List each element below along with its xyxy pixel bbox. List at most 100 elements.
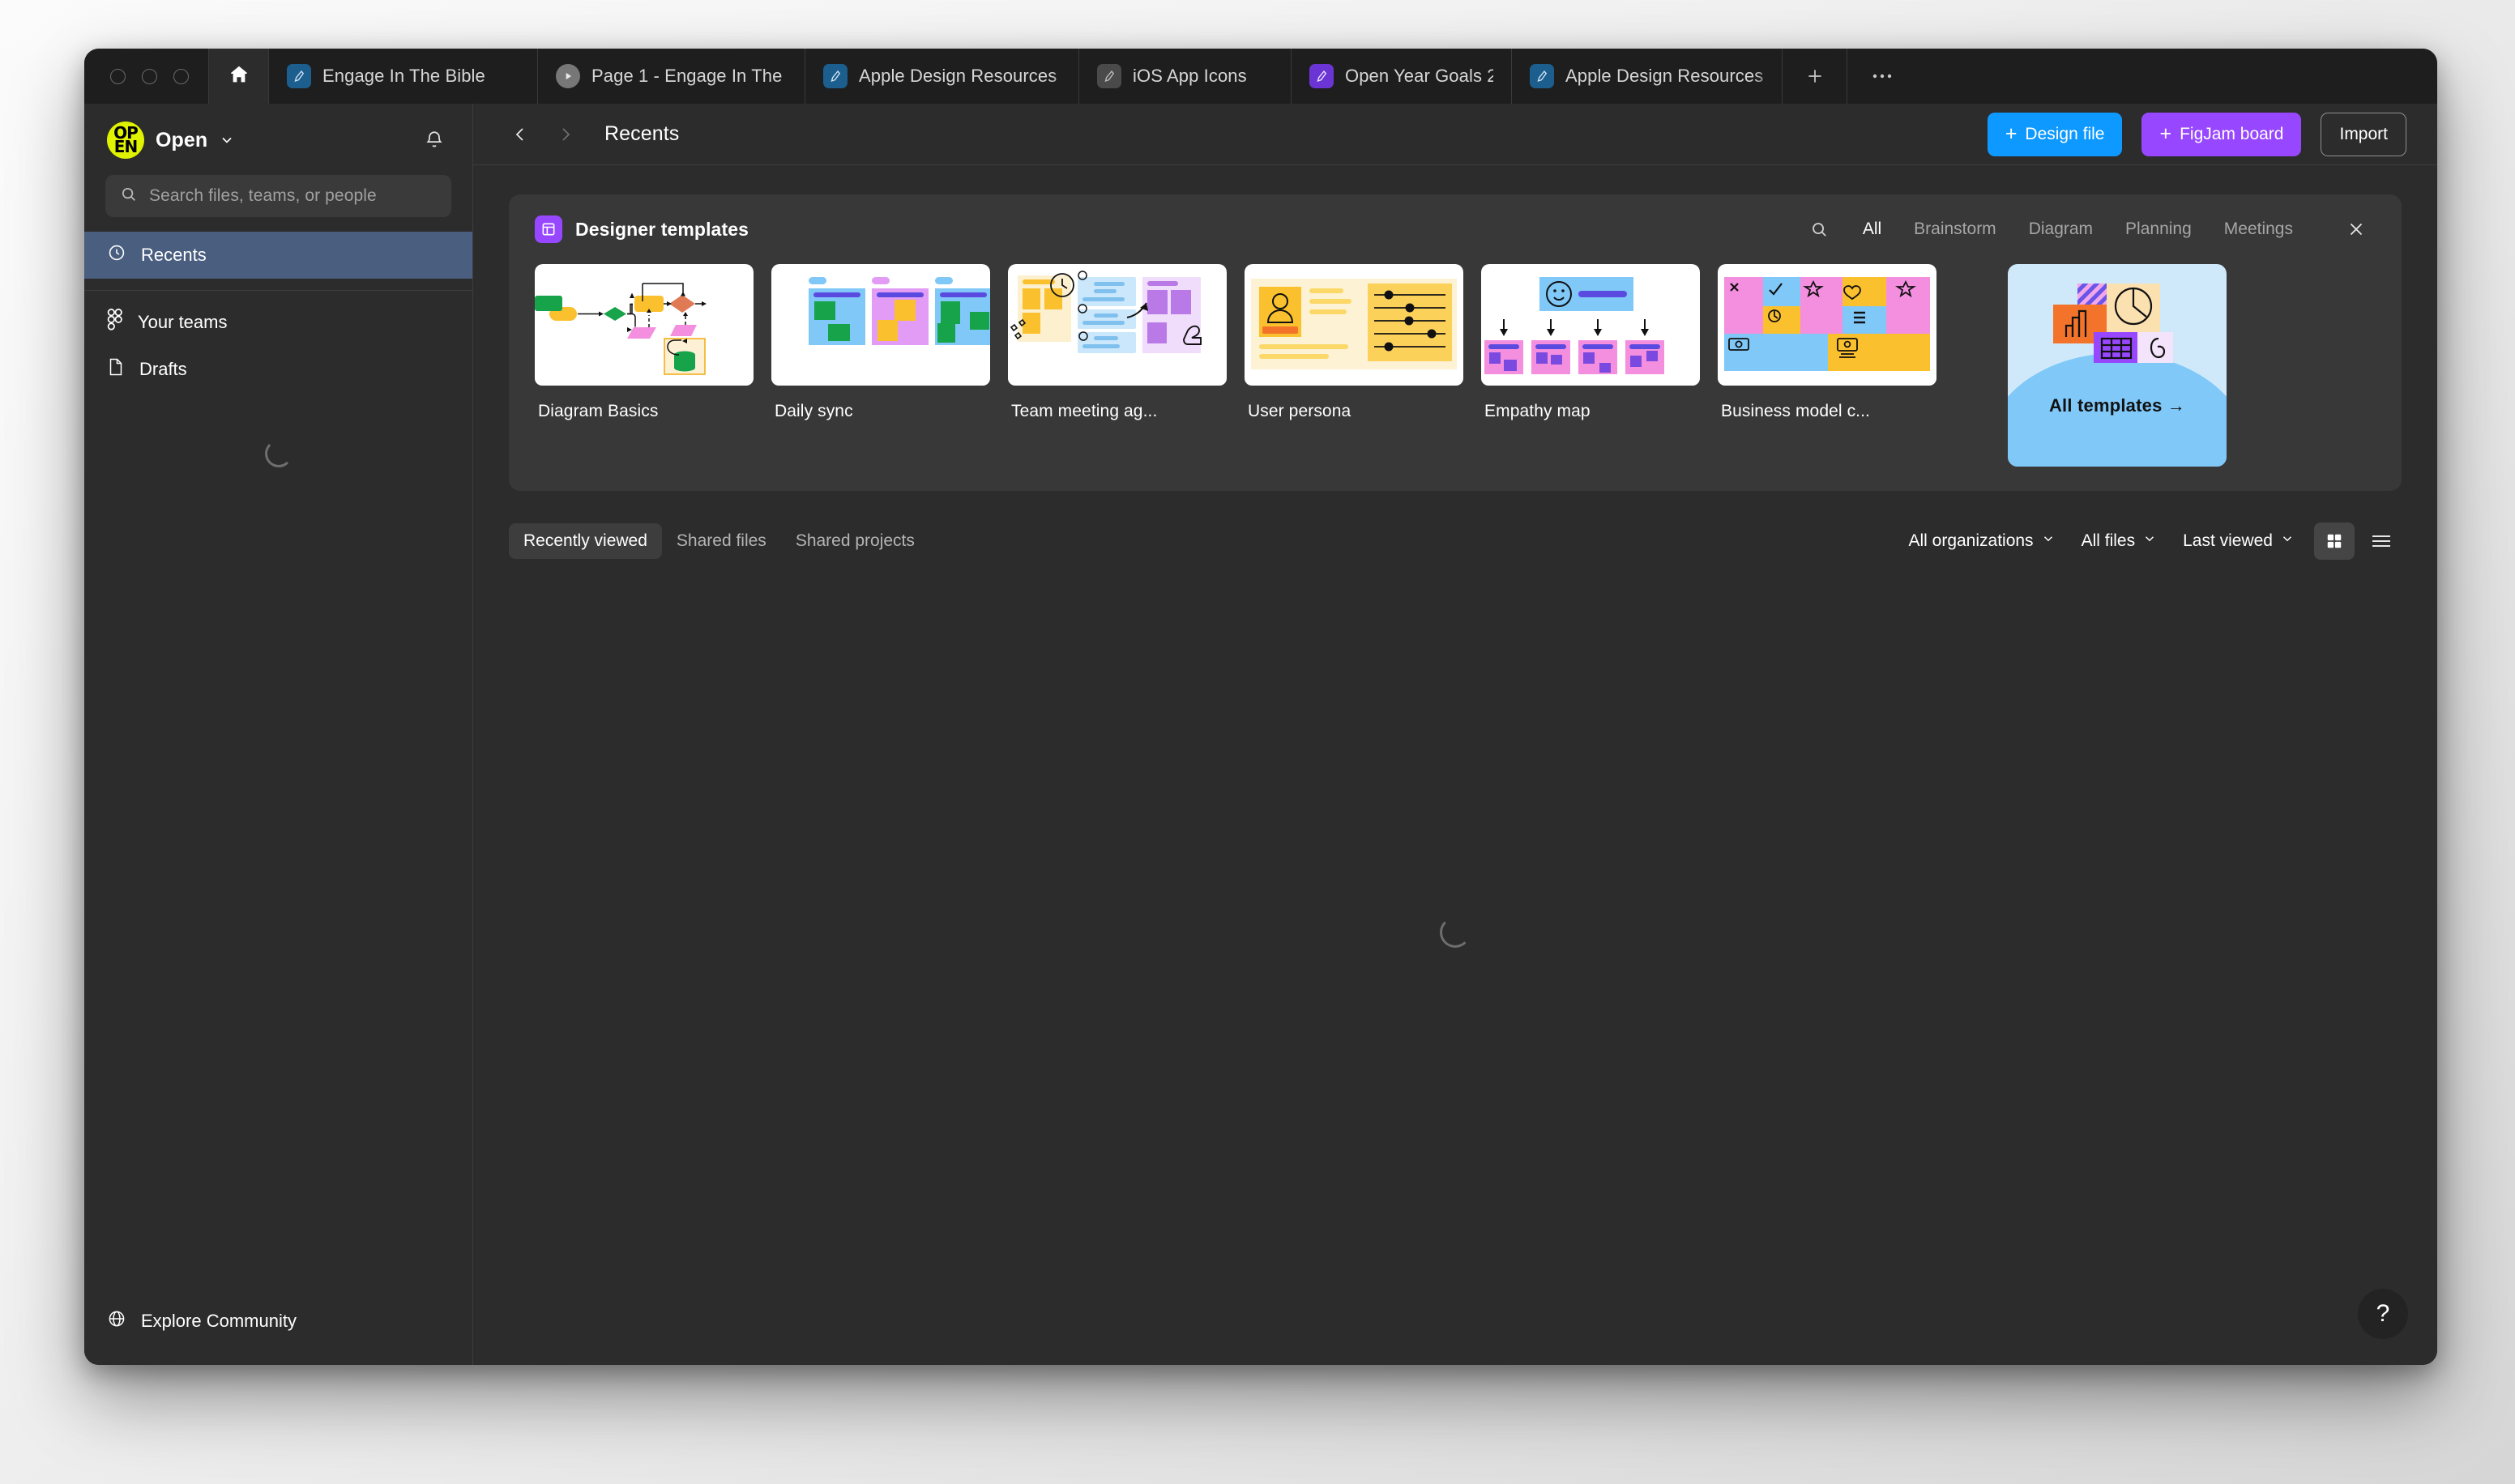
tab-shared-files[interactable]: Shared files xyxy=(662,523,781,559)
dropdown-last-viewed[interactable]: Last viewed xyxy=(2170,525,2308,557)
tab-page-1-engage-in-the-bible[interactable]: Page 1 - Engage In The Bible xyxy=(537,49,805,104)
explore-community-button[interactable]: Explore Community xyxy=(107,1300,450,1342)
tab-label: Apple Design Resources – iOS 17 an xyxy=(859,66,1061,86)
tab-label: Open Year Goals 2024 xyxy=(1345,66,1493,86)
filter-row: Recently viewed Shared files Shared proj… xyxy=(473,518,2437,564)
template-thumbnail xyxy=(1245,264,1463,386)
minimize-window-button[interactable] xyxy=(142,68,157,84)
figma-app-window: Engage In The Bible Page 1 - Engage In T… xyxy=(84,49,2437,1365)
help-icon: ? xyxy=(2376,1300,2390,1327)
template-category-meetings[interactable]: Meetings xyxy=(2208,220,2309,239)
all-templates-card[interactable]: All templates → xyxy=(2008,264,2227,467)
sidebar-org-header[interactable]: OP EN Open xyxy=(84,104,472,167)
main-header: Recents + Design file + FigJam board Imp… xyxy=(473,104,2437,165)
template-category-brainstorm[interactable]: Brainstorm xyxy=(1898,220,2013,239)
list-view-icon[interactable] xyxy=(2361,522,2402,560)
tab-recently-viewed[interactable]: Recently viewed xyxy=(509,523,662,559)
template-card-label: Daily sync xyxy=(775,402,853,420)
template-category-planning[interactable]: Planning xyxy=(2109,220,2208,239)
template-card-label: User persona xyxy=(1248,402,1351,420)
clock-icon xyxy=(107,243,126,267)
figma-file-icon xyxy=(1530,64,1554,88)
explore-community-label: Explore Community xyxy=(141,1311,297,1331)
templates-panel-title: Designer templates xyxy=(575,218,749,240)
template-thumbnail xyxy=(1481,264,1700,386)
window-traffic-lights xyxy=(84,49,208,104)
new-tab-icon[interactable] xyxy=(1782,49,1847,104)
tab-home[interactable] xyxy=(208,49,268,104)
org-logo-icon: OP EN xyxy=(107,122,144,159)
template-card-diagram-basics[interactable]: Diagram Basics xyxy=(535,264,754,424)
chevron-down-icon xyxy=(2041,531,2056,551)
dropdown-all-files[interactable]: All files xyxy=(2069,525,2171,557)
plus-icon: + xyxy=(2159,122,2172,145)
template-card-empathy-map[interactable]: Empathy map xyxy=(1481,264,1700,424)
search-icon xyxy=(120,186,138,207)
sidebar: OP EN Open Search files, teams, or peopl… xyxy=(84,104,473,1365)
home-icon xyxy=(228,63,250,90)
help-button[interactable]: ? xyxy=(2358,1289,2408,1339)
sidebar-item-your-teams[interactable]: Your teams xyxy=(84,299,472,346)
grid-view-icon[interactable] xyxy=(2314,522,2355,560)
tab-engage-in-the-bible[interactable]: Engage In The Bible xyxy=(268,49,537,104)
tab-label: Page 1 - Engage In The Bible xyxy=(591,66,787,86)
bell-icon[interactable] xyxy=(419,125,450,156)
chevron-down-icon xyxy=(219,132,235,148)
figma-file-icon xyxy=(1097,64,1121,88)
template-card-team-meeting-agenda[interactable]: Team meeting ag... xyxy=(1008,264,1227,424)
chevron-left-icon[interactable] xyxy=(501,115,540,154)
org-logo-line2: EN xyxy=(113,137,138,156)
tab-open-year-goals-2024[interactable]: Open Year Goals 2024 xyxy=(1291,49,1511,104)
tab-ios-app-icons[interactable]: iOS App Icons xyxy=(1078,49,1291,104)
search-input[interactable]: Search files, teams, or people xyxy=(105,175,451,217)
designer-templates-panel: Designer templates All Brainstorm Diagra… xyxy=(509,194,2402,491)
template-category-diagram[interactable]: Diagram xyxy=(2013,220,2109,239)
template-card-daily-sync[interactable]: Daily sync xyxy=(771,264,990,424)
chevron-down-icon xyxy=(2280,531,2295,551)
dropdown-label: All files xyxy=(2081,531,2136,550)
sidebar-item-label: Recents xyxy=(141,245,207,265)
new-figjam-board-label: FigJam board xyxy=(2180,124,2284,143)
tab-apple-design-resources-visionos[interactable]: Apple Design Resources - visionOS xyxy=(1511,49,1782,104)
tab-shared-projects[interactable]: Shared projects xyxy=(781,523,929,559)
template-card-user-persona[interactable]: User persona xyxy=(1245,264,1463,424)
close-window-button[interactable] xyxy=(110,68,126,84)
close-icon[interactable] xyxy=(2337,210,2376,249)
sidebar-divider xyxy=(84,290,472,291)
tab-bar: Engage In The Bible Page 1 - Engage In T… xyxy=(84,49,2437,104)
figma-icon xyxy=(107,309,123,336)
search-icon[interactable] xyxy=(1804,214,1835,245)
sidebar-item-label: Your teams xyxy=(138,312,228,332)
file-icon xyxy=(107,357,125,382)
tab-apple-design-resources-ios17[interactable]: Apple Design Resources – iOS 17 an xyxy=(805,49,1078,104)
template-thumbnail xyxy=(1008,264,1227,386)
org-name: Open xyxy=(156,128,208,151)
tab-label: iOS App Icons xyxy=(1133,66,1247,86)
template-category-all[interactable]: All xyxy=(1847,220,1898,239)
chevron-down-icon xyxy=(2142,531,2157,551)
sidebar-item-drafts[interactable]: Drafts xyxy=(84,346,472,393)
dropdown-all-organizations[interactable]: All organizations xyxy=(1895,525,2068,557)
new-figjam-board-button[interactable]: + FigJam board xyxy=(2141,112,2302,156)
sidebar-loading-spinner xyxy=(84,393,472,467)
tab-label: Apple Design Resources - visionOS xyxy=(1565,66,1764,86)
new-design-file-label: Design file xyxy=(2025,124,2105,143)
more-options-icon[interactable] xyxy=(1847,49,1916,104)
sidebar-item-recents[interactable]: Recents xyxy=(84,232,472,279)
app-body: OP EN Open Search files, teams, or peopl… xyxy=(84,104,2437,1365)
template-thumbnail xyxy=(1718,264,1936,386)
new-design-file-button[interactable]: + Design file xyxy=(1987,112,2123,156)
figjam-file-icon xyxy=(1309,64,1334,88)
template-card-label: Team meeting ag... xyxy=(1011,402,1158,420)
chevron-right-icon[interactable] xyxy=(546,115,585,154)
dropdown-label: All organizations xyxy=(1908,531,2034,550)
templates-panel-header: Designer templates All Brainstorm Diagra… xyxy=(509,194,2402,264)
template-card-label: Business model c... xyxy=(1721,402,1870,420)
sidebar-item-label: Drafts xyxy=(139,359,187,379)
sidebar-secondary-nav: Your teams Drafts xyxy=(84,299,472,393)
maximize-window-button[interactable] xyxy=(173,68,189,84)
import-button[interactable]: Import xyxy=(2321,112,2406,156)
template-card-business-model-canvas[interactable]: Business model c... xyxy=(1718,264,1936,424)
template-thumbnail xyxy=(771,264,990,386)
globe-icon xyxy=(107,1309,126,1333)
